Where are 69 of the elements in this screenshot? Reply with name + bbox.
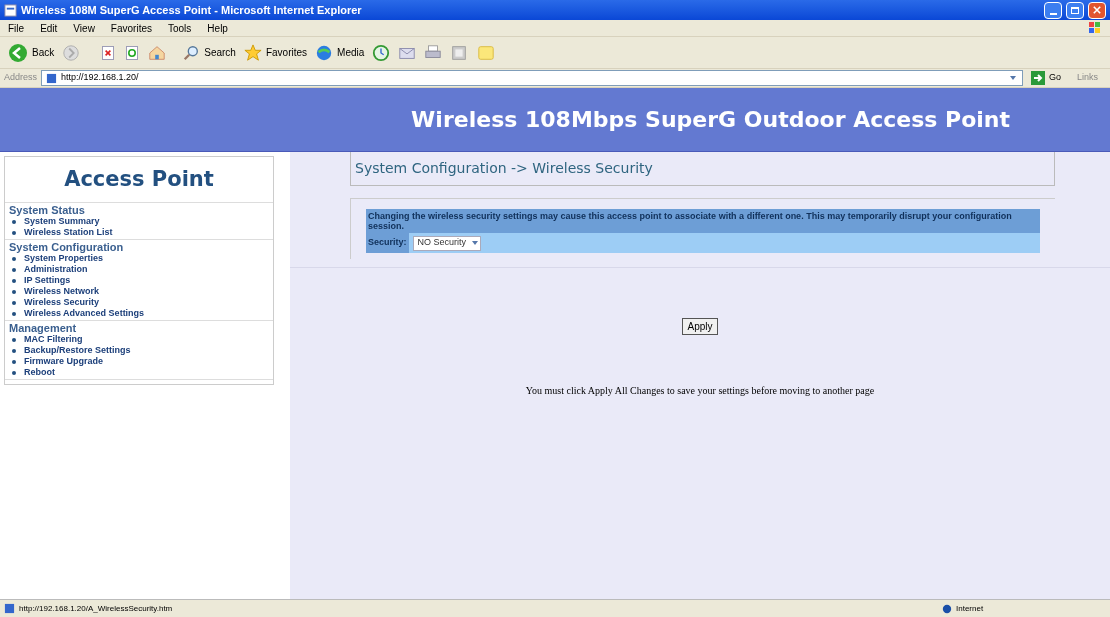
refresh-icon[interactable] bbox=[124, 44, 141, 61]
security-select[interactable]: NO Security bbox=[412, 235, 482, 251]
bullet-icon bbox=[12, 370, 16, 375]
window-title: Wireless 108M SuperG Access Point - Microsoft Internet Explorer bbox=[21, 2, 363, 18]
sidebar-link[interactable]: Wireless Advanced Settings bbox=[24, 308, 145, 319]
maximize-button[interactable] bbox=[1066, 1, 1084, 19]
sidebar-link[interactable]: Firmware Upgrade bbox=[24, 356, 104, 367]
bullet-icon bbox=[12, 256, 16, 261]
sidebar-link[interactable]: System Summary bbox=[24, 216, 100, 227]
page-icon bbox=[4, 603, 15, 614]
bullet-icon bbox=[12, 337, 16, 342]
banner-title: Wireless 108Mbps SuperG Outdoor Access Point bbox=[411, 106, 1010, 134]
section-heading: Management bbox=[9, 322, 77, 334]
save-note: You must click Apply All Changes to save your settings before moving to another page bbox=[524, 384, 876, 398]
bullet-icon bbox=[12, 300, 16, 305]
apply-button[interactable]: Apply bbox=[682, 318, 718, 335]
media-button[interactable]: Media bbox=[315, 43, 365, 62]
sidebar-link[interactable]: Wireless Network bbox=[24, 286, 99, 297]
globe-icon bbox=[315, 43, 334, 62]
address-field[interactable]: http://192.168.1.20/ bbox=[41, 70, 1023, 86]
favorites-button[interactable]: Favorites bbox=[243, 43, 308, 62]
warning-text: Changing the wireless security settings may cause this access point to associate with a different one. This may temporarily disrupt your configuration session. bbox=[366, 209, 1040, 233]
address-label: Address bbox=[4, 71, 38, 85]
history-icon[interactable] bbox=[372, 43, 391, 62]
bullet-icon bbox=[12, 311, 16, 316]
menu-item[interactable]: Tools bbox=[168, 20, 192, 36]
minimize-button[interactable] bbox=[1044, 1, 1062, 19]
sidebar-link[interactable]: IP Settings bbox=[24, 275, 71, 286]
bullet-icon bbox=[12, 230, 16, 235]
stop-icon[interactable] bbox=[100, 44, 117, 61]
home-icon[interactable] bbox=[148, 43, 167, 62]
page-icon bbox=[46, 72, 58, 84]
bullet-icon bbox=[12, 219, 16, 224]
back-button[interactable]: Back bbox=[8, 42, 55, 63]
sidebar-link[interactable]: Wireless Security bbox=[24, 297, 99, 308]
bullet-icon bbox=[12, 359, 16, 364]
menu-item[interactable]: Edit bbox=[40, 20, 58, 36]
menu-item[interactable]: Help bbox=[207, 20, 228, 36]
menu-item[interactable]: File bbox=[8, 20, 25, 36]
close-button[interactable] bbox=[1088, 1, 1106, 19]
search-button[interactable]: Search bbox=[182, 43, 236, 62]
section-heading: System Configuration bbox=[9, 241, 125, 253]
sidebar-link[interactable]: MAC Filtering bbox=[24, 334, 83, 345]
sidebar-link[interactable]: System Properties bbox=[24, 253, 104, 264]
sidebar-link[interactable]: Administration bbox=[24, 264, 88, 275]
bullet-icon bbox=[12, 348, 16, 353]
sidebar-link[interactable]: Wireless Station List bbox=[24, 227, 113, 238]
breadcrumb: System Configuration -> Wireless Security bbox=[355, 159, 653, 178]
go-button[interactable]: Go bbox=[1026, 71, 1065, 85]
search-icon bbox=[182, 43, 201, 62]
bullet-icon bbox=[12, 289, 16, 294]
globe-icon bbox=[942, 603, 952, 614]
sidebar-title: Access Point bbox=[5, 157, 273, 203]
status-zone: Internet bbox=[956, 602, 985, 615]
menu-item[interactable]: Favorites bbox=[110, 20, 152, 36]
page-icon bbox=[4, 3, 17, 17]
menu-item[interactable]: View bbox=[73, 20, 95, 36]
windows-logo-icon bbox=[1088, 21, 1102, 35]
go-arrow-icon bbox=[1030, 71, 1045, 85]
sidebar-link[interactable]: Backup/Restore Settings bbox=[24, 345, 131, 356]
bullet-icon bbox=[12, 267, 16, 272]
star-icon bbox=[243, 43, 262, 62]
sidebar-link[interactable]: Reboot bbox=[24, 367, 55, 378]
forward-icon[interactable] bbox=[62, 43, 81, 62]
bullet-icon bbox=[12, 278, 16, 283]
security-label: Security: bbox=[366, 233, 409, 253]
close-icon bbox=[1093, 6, 1101, 14]
section-heading: System Status bbox=[9, 204, 86, 216]
status-url: http://192.168.1.20/A_WirelessSecurity.htm bbox=[19, 602, 174, 615]
